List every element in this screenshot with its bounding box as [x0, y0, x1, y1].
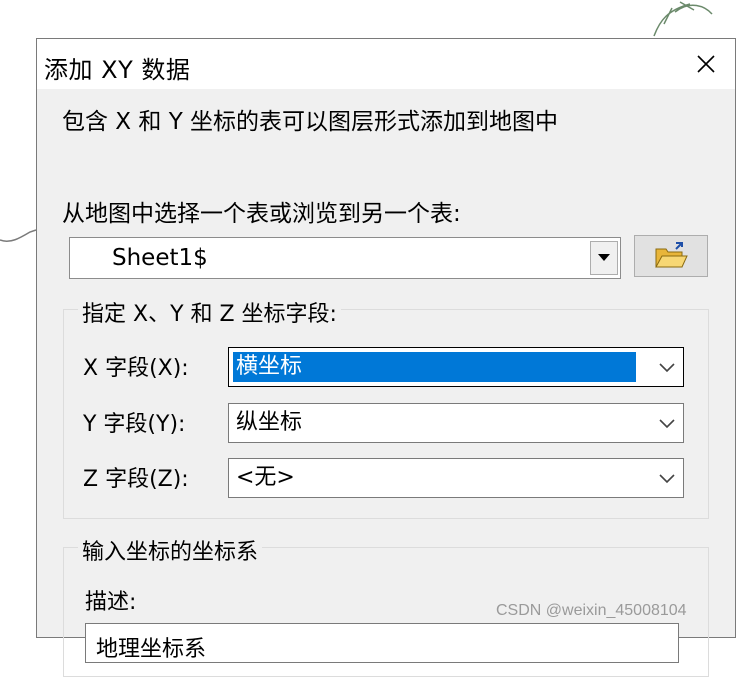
watermark: CSDN @weixin_45008104: [496, 602, 687, 619]
chevron-down-icon: [659, 419, 675, 429]
x-field-select[interactable]: 横坐标: [228, 347, 684, 387]
z-field-label: Z 字段(Z):: [83, 467, 189, 492]
close-button[interactable]: [691, 49, 721, 79]
description-label: 描述:: [85, 590, 137, 615]
x-field-label: X 字段(X):: [83, 356, 189, 381]
description-box: 地理坐标系: [85, 623, 679, 663]
z-field-value: <无>: [236, 465, 295, 490]
dialog-title: 添加 XY 数据: [44, 56, 191, 84]
close-icon: [697, 55, 715, 73]
chevron-down-icon: [659, 474, 675, 484]
choose-table-label: 从地图中选择一个表或浏览到另一个表:: [62, 201, 461, 227]
table-select[interactable]: Sheet1$: [69, 237, 621, 279]
y-field-select[interactable]: 纵坐标: [228, 403, 684, 443]
add-xy-data-dialog: 添加 XY 数据 包含 X 和 Y 坐标的表可以图层形式添加到地图中 从地图中选…: [36, 38, 736, 677]
title-bar: 添加 XY 数据: [37, 39, 735, 89]
coordinate-system-legend: 输入坐标的坐标系: [78, 534, 263, 566]
description-text: 地理坐标系: [96, 637, 207, 662]
dialog-description: 包含 X 和 Y 坐标的表可以图层形式添加到地图中: [62, 109, 559, 135]
coordinate-fields-group: 指定 X、Y 和 Z 坐标字段: X 字段(X): 横坐标 Y 字段(Y): 纵…: [63, 296, 709, 519]
table-select-dropdown-button[interactable]: [590, 241, 618, 275]
z-field-select[interactable]: <无>: [228, 458, 684, 498]
x-field-value: 横坐标: [233, 352, 636, 382]
dropdown-arrow-icon: [598, 254, 610, 261]
open-folder-icon: [655, 242, 688, 268]
y-field-value: 纵坐标: [236, 410, 303, 435]
chevron-down-icon: [659, 363, 675, 373]
table-select-value: Sheet1$: [112, 245, 208, 271]
coordinate-fields-legend: 指定 X、Y 和 Z 坐标字段:: [78, 296, 341, 328]
y-field-label: Y 字段(Y):: [83, 412, 186, 437]
browse-button[interactable]: [634, 235, 708, 277]
